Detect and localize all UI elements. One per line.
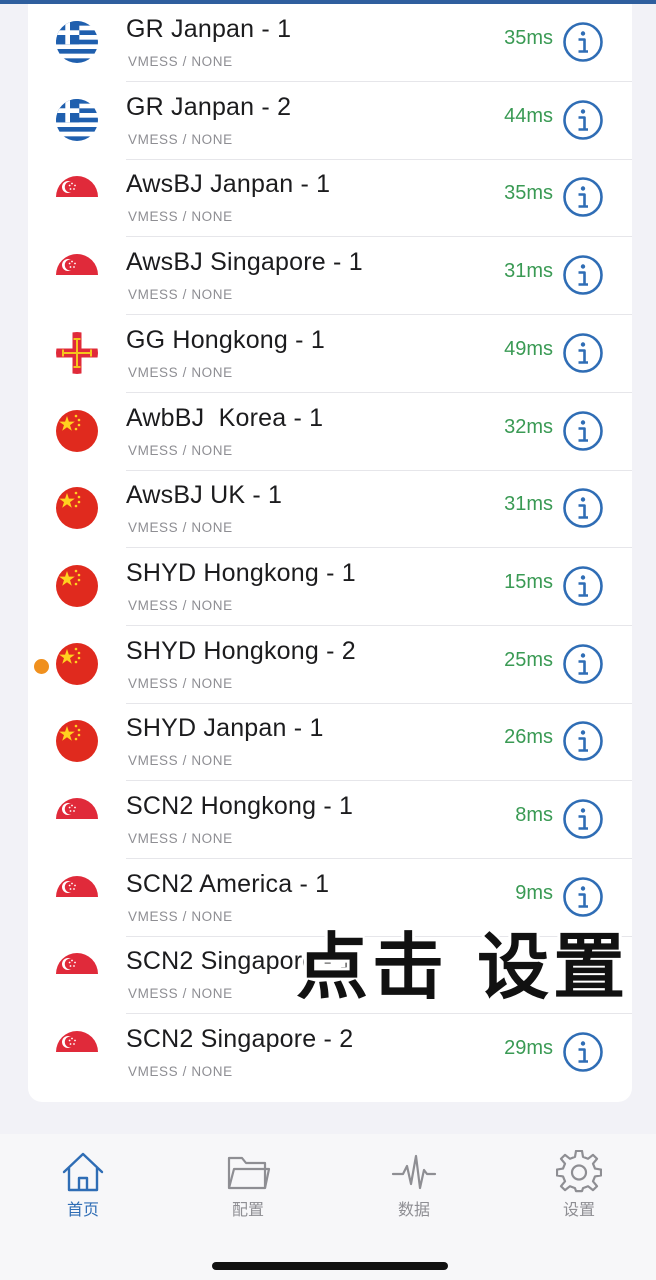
info-icon[interactable]	[562, 99, 604, 141]
server-name: SCN2 America - 1	[126, 869, 330, 898]
singapore-flag-icon	[56, 875, 98, 918]
singapore-flag-icon	[56, 176, 98, 219]
tab-settings[interactable]: 设置	[539, 1150, 619, 1220]
server-name: SHYD Janpan - 1	[126, 714, 324, 743]
server-protocol: VMESS / NONE	[128, 753, 233, 769]
singapore-flag-icon	[56, 953, 98, 996]
singapore-flag-icon	[56, 1031, 98, 1074]
server-latency: 26ms	[504, 726, 553, 749]
info-icon[interactable]	[562, 410, 604, 452]
info-icon[interactable]	[562, 1031, 604, 1073]
info-icon[interactable]	[562, 176, 604, 218]
activity-icon	[391, 1154, 437, 1190]
server-protocol: VMESS / NONE	[128, 597, 233, 613]
server-protocol: VMESS / NONE	[128, 442, 233, 458]
home-icon	[62, 1152, 104, 1192]
singapore-flag-icon	[56, 798, 98, 840]
info-icon[interactable]	[562, 565, 604, 607]
info-icon[interactable]	[562, 798, 604, 840]
server-row[interactable]: AwsBJ Singapore - 1 VMESS / NONE 31ms	[28, 237, 632, 316]
info-icon[interactable]	[562, 332, 604, 374]
home-indicator	[212, 1262, 448, 1270]
server-latency: 25ms	[504, 648, 553, 671]
server-latency: 49ms	[504, 337, 553, 360]
china-flag-icon	[56, 642, 98, 685]
server-name: AwsBJ Janpan - 1	[126, 170, 331, 199]
server-latency: 8ms	[515, 804, 553, 826]
info-icon[interactable]	[562, 254, 604, 296]
server-protocol: VMESS / NONE	[128, 520, 233, 536]
server-latency: 15ms	[504, 570, 553, 593]
server-protocol: VMESS / NONE	[128, 831, 233, 846]
server-row[interactable]: AwsBJ UK - 1 VMESS / NONE 31ms	[28, 470, 632, 549]
china-flag-icon	[56, 409, 98, 452]
tab-home-label: 首页	[66, 1200, 99, 1219]
server-protocol: VMESS / NONE	[128, 287, 233, 303]
server-protocol: VMESS / NONE	[128, 54, 233, 69]
greece-flag-icon	[56, 21, 98, 63]
tab-settings-label: 设置	[562, 1200, 595, 1219]
server-protocol: VMESS / NONE	[128, 986, 233, 1002]
server-latency: 32ms	[504, 415, 553, 438]
server-name: SHYD Hongkong - 2	[126, 636, 356, 665]
server-name: AwbBJ Korea - 1	[126, 403, 324, 432]
server-name: AwsBJ UK - 1	[126, 481, 283, 510]
server-latency: 35ms	[504, 182, 553, 205]
server-name: SHYD Hongkong - 1	[126, 558, 356, 587]
server-name: GR Janpan - 2	[126, 92, 292, 121]
server-latency: 35ms	[504, 27, 553, 49]
server-row[interactable]: SHYD Hongkong - 2 VMESS / NONE 25ms	[28, 626, 632, 704]
china-flag-icon	[56, 720, 98, 763]
folder-icon	[227, 1156, 271, 1190]
china-flag-icon	[56, 487, 98, 530]
server-latency: 44ms	[504, 104, 553, 127]
server-protocol: VMESS / NONE	[128, 209, 233, 225]
server-row[interactable]: SHYD Janpan - 1 VMESS / NONE 26ms	[28, 703, 632, 782]
server-row[interactable]: GR Janpan - 1 VMESS / NONE 35ms	[28, 4, 632, 82]
china-flag-icon	[56, 564, 98, 607]
server-protocol: VMESS / NONE	[128, 908, 233, 924]
greece-flag-icon	[56, 98, 98, 141]
info-icon[interactable]	[562, 487, 604, 529]
guernsey-flag-icon	[56, 331, 98, 374]
tab-data[interactable]: 数据	[374, 1150, 454, 1220]
overlay-caption: 点击 设置	[296, 925, 630, 1009]
server-protocol: VMESS / NONE	[128, 131, 233, 147]
tab-config[interactable]: 配置	[208, 1150, 288, 1220]
info-icon[interactable]	[562, 720, 604, 762]
tab-home[interactable]: 首页	[43, 1150, 123, 1220]
server-row[interactable]: AwsBJ Janpan - 1 VMESS / NONE 35ms	[28, 159, 632, 238]
server-name: GG Hongkong - 1	[126, 325, 325, 354]
server-name: AwsBJ Singapore - 1	[126, 248, 363, 277]
active-indicator-dot	[34, 658, 49, 674]
server-name: GR Janpan - 1	[126, 15, 292, 43]
tab-config-label: 配置	[231, 1200, 264, 1219]
server-protocol: VMESS / NONE	[128, 364, 233, 380]
tab-data-label: 数据	[397, 1200, 430, 1219]
server-latency: 31ms	[504, 260, 553, 283]
server-row[interactable]: SCN2 Hongkong - 1 VMESS / NONE 8ms	[28, 781, 632, 859]
server-row[interactable]: GG Hongkong - 1 VMESS / NONE 49ms	[28, 315, 632, 393]
server-protocol: VMESS / NONE	[128, 1064, 233, 1080]
info-icon[interactable]	[562, 21, 604, 63]
server-row[interactable]: AwbBJ Korea - 1 VMESS / NONE 32ms	[28, 393, 632, 471]
singapore-flag-icon	[56, 254, 98, 297]
gear-icon	[556, 1150, 602, 1193]
server-row[interactable]: GR Janpan - 2 VMESS / NONE 44ms	[28, 82, 632, 160]
server-name: SCN2 Singapore - 2	[126, 1025, 354, 1054]
server-latency: 9ms	[515, 881, 553, 904]
server-latency: 29ms	[504, 1037, 553, 1060]
server-protocol: VMESS / NONE	[128, 675, 233, 691]
server-name: SCN2 Hongkong - 1	[126, 792, 354, 820]
server-row[interactable]: SHYD Hongkong - 1 VMESS / NONE 15ms	[28, 548, 632, 626]
tab-bar: 首页 配置 数据 设置	[0, 1134, 656, 1280]
info-icon[interactable]	[562, 643, 604, 685]
server-latency: 31ms	[504, 493, 553, 516]
server-row[interactable]: SCN2 Singapore - 2 VMESS / NONE 29ms	[28, 1014, 632, 1092]
